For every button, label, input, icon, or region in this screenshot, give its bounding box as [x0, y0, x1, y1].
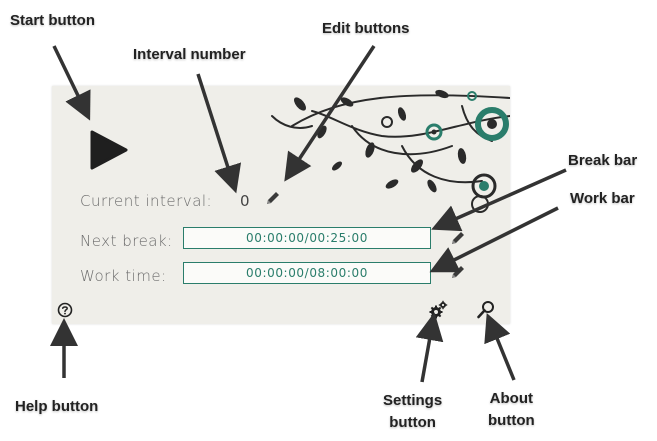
arrow-settings: [415, 312, 444, 383]
arrow-break: [431, 168, 567, 232]
arrow-interval: [196, 73, 242, 194]
arrow-about: [484, 313, 516, 381]
callout-arrows: [50, 45, 567, 383]
arrow-edit: [284, 45, 376, 182]
arrow-start: [52, 45, 91, 121]
